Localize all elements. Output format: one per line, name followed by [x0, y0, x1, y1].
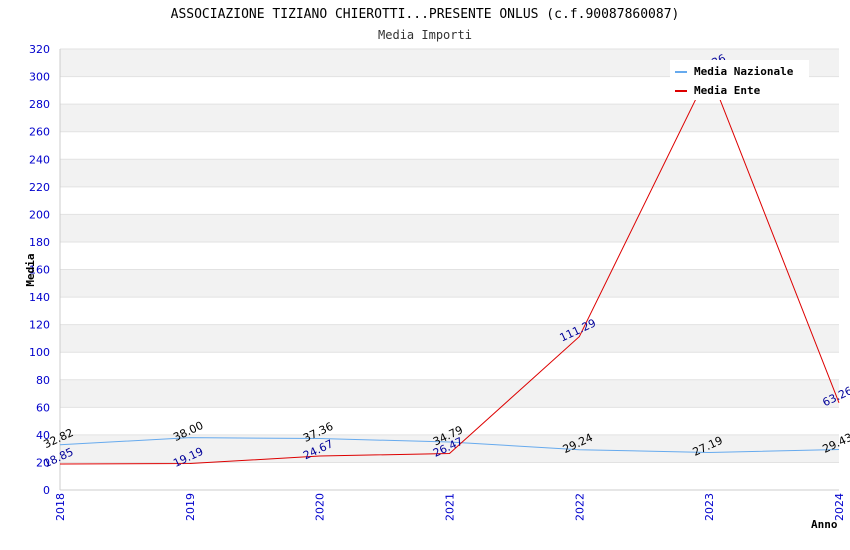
y-tick-label: 60 — [36, 401, 50, 414]
grid-band — [60, 324, 839, 353]
grid-bands — [60, 49, 839, 463]
y-tick-label: 80 — [36, 374, 50, 387]
chart-title: ASSOCIAZIONE TIZIANO CHIEROTTI...PRESENT… — [171, 7, 680, 22]
y-tick-label: 120 — [29, 319, 50, 332]
grid-band — [60, 379, 839, 408]
y-tick-label: 220 — [29, 181, 50, 194]
y-axis-label: Media — [24, 253, 37, 286]
grid-band — [60, 269, 839, 298]
y-tick-label: 0 — [43, 484, 50, 497]
y-tick-label: 200 — [29, 208, 50, 221]
legend-label: Media Nazionale — [694, 65, 794, 78]
y-tick-label: 140 — [29, 291, 50, 304]
y-tick-label: 320 — [29, 43, 50, 56]
grid-band — [60, 104, 839, 132]
x-tick-label: 2023 — [703, 493, 716, 521]
x-tick-label: 2018 — [54, 493, 67, 521]
y-tick-label: 100 — [29, 346, 50, 359]
grid-band — [60, 214, 839, 242]
chart-subtitle: Media Importi — [378, 28, 472, 42]
y-tick-label: 300 — [29, 71, 50, 84]
x-tick-label: 2022 — [573, 493, 586, 521]
x-axis-label: Anno — [811, 518, 838, 531]
y-tick-label: 240 — [29, 153, 50, 166]
x-tick-labels: 2018 2019 2020 2021 2022 2023 2024 — [54, 493, 846, 521]
grid-band — [60, 159, 839, 187]
x-tick-label: 2019 — [184, 493, 197, 521]
y-tick-label: 180 — [29, 236, 50, 249]
x-tick-label: 2021 — [444, 493, 457, 521]
x-tick-label: 2024 — [833, 493, 846, 521]
legend: Media Nazionale Media Ente — [670, 60, 809, 100]
legend-label: Media Ente — [694, 84, 761, 97]
x-tick-label: 2020 — [314, 493, 327, 521]
y-tick-label: 260 — [29, 126, 50, 139]
y-tick-label: 280 — [29, 98, 50, 111]
line-chart: ASSOCIAZIONE TIZIANO CHIEROTTI...PRESENT… — [24, 7, 850, 531]
